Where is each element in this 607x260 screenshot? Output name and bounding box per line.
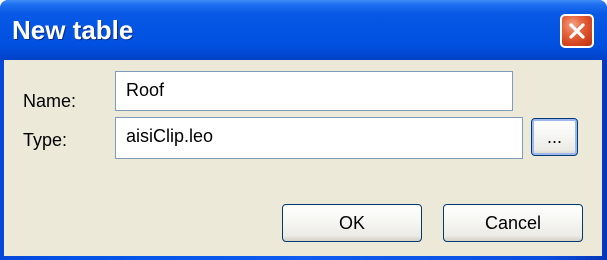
browse-button[interactable]: ...: [531, 118, 578, 156]
name-label: Name:: [23, 91, 77, 111]
dialog-body: Name: Roof Type: aisiClip.leo ... OK Can…: [4, 60, 602, 256]
ok-button[interactable]: OK: [282, 204, 422, 242]
cancel-button[interactable]: Cancel: [443, 204, 583, 242]
type-input[interactable]: aisiClip.leo: [115, 117, 523, 159]
close-button[interactable]: [560, 14, 594, 48]
name-input[interactable]: Roof: [115, 71, 513, 111]
dialog-title: New table: [12, 15, 134, 45]
type-label: Type:: [23, 130, 68, 150]
new-table-dialog: New table Name: Roof Type: aisiClip.leo …: [0, 0, 607, 260]
title-bar[interactable]: New table: [0, 0, 607, 60]
